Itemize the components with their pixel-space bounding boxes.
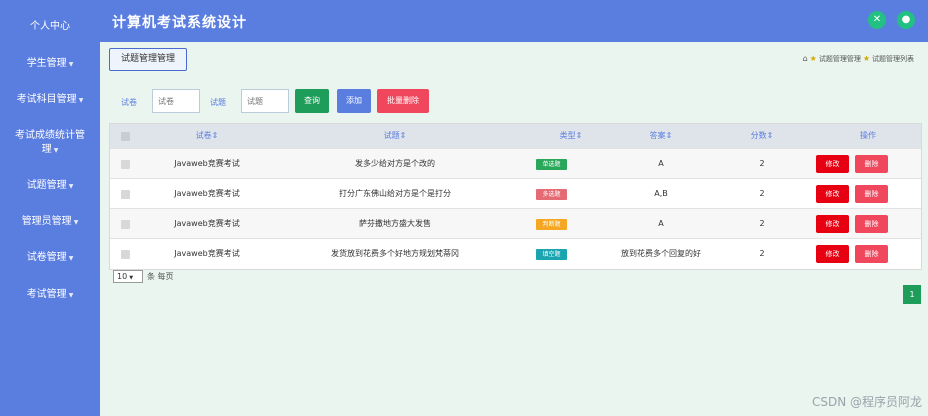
watermark: CSDN @程序员阿龙 (811, 395, 922, 409)
delete-button[interactable]: 删除 (855, 185, 888, 203)
sidebar-item-score-statistics[interactable]: 考试成绩统计管理 ▼ (0, 129, 100, 158)
breadcrumb-item: 试题管理列表 (872, 55, 914, 63)
chevron-down-icon: ▼ (53, 147, 59, 154)
cell-answer: A (658, 159, 664, 168)
sort-icon: ⇕ (399, 131, 407, 140)
question-filter-label: 试题 (210, 98, 226, 107)
table-row: Javaweb竞赛考试 发多少给对方是个改的 单选题 A 2 修改 删除 (110, 148, 921, 178)
add-button[interactable]: 添加 (337, 89, 371, 113)
table-row: Javaweb竞赛考试 打分广东佛山给对方是个是打分 多选题 A,B 2 修改 … (110, 178, 921, 208)
search-button[interactable]: 查询 (295, 89, 329, 113)
cell-question: 打分广东佛山给对方是个是打分 (339, 189, 451, 198)
page-number-button[interactable]: 1 (903, 285, 921, 304)
select-all-checkbox[interactable] (121, 132, 130, 141)
cell-question: 发货放到花费多个好地方规划梵蒂冈 (331, 249, 459, 258)
sort-icon: ⇕ (211, 131, 219, 140)
edit-button[interactable]: 修改 (816, 155, 849, 173)
column-header-paper[interactable]: 试卷⇕ (150, 124, 264, 148)
edit-button[interactable]: 修改 (816, 215, 849, 233)
column-header-score[interactable]: 分数⇕ (706, 124, 818, 148)
batch-delete-button[interactable]: 批量删除 (377, 89, 429, 113)
breadcrumb-item[interactable]: 试题管理管理 (819, 55, 861, 63)
cell-score: 2 (759, 219, 765, 228)
table-header: 试卷⇕ 试题⇕ 类型⇕ 答案⇕ 分数⇕ 操作 (110, 124, 921, 148)
cell-paper: Javaweb竞赛考试 (174, 249, 240, 258)
page-tag[interactable]: 试题管理管理 (109, 48, 187, 71)
cell-score: 2 (759, 189, 765, 198)
table-row: Javaweb竞赛考试 发货放到花费多个好地方规划梵蒂冈 填空题 放到花费多个回… (110, 238, 921, 268)
edit-button[interactable]: 修改 (816, 245, 849, 263)
type-badge: 多选题 (536, 189, 567, 200)
chevron-down-icon: ▼ (73, 219, 79, 226)
table-row: Javaweb竞赛考试 萨芬撒地方盛大发售 判断题 A 2 修改 删除 (110, 208, 921, 238)
type-badge: 填空题 (536, 249, 567, 260)
sidebar-item-personal-center[interactable]: 个人中心 (0, 20, 100, 34)
app-title: 计算机考试系统设计 (112, 15, 247, 31)
column-header-type[interactable]: 类型⇕ (526, 124, 616, 148)
chevron-down-icon: ▼ (68, 292, 74, 299)
type-badge: 判断题 (536, 219, 567, 230)
row-checkbox[interactable] (121, 190, 130, 199)
delete-button[interactable]: 删除 (855, 245, 888, 263)
cell-score: 2 (759, 159, 765, 168)
sort-icon: ⇕ (665, 131, 673, 140)
sidebar-item-paper-management[interactable]: 试卷管理 ▼ (0, 251, 100, 266)
row-checkbox[interactable] (121, 220, 130, 229)
sidebar-item-subject-management[interactable]: 考试科目管理 ▼ (0, 93, 100, 108)
chevron-down-icon: ▼ (68, 183, 74, 190)
cell-score: 2 (759, 249, 765, 258)
cell-answer: 放到花费多个回复的好 (621, 249, 701, 258)
home-icon[interactable]: ⌂ (803, 54, 808, 63)
cell-answer: A (658, 219, 664, 228)
chevron-down-icon: ▼ (68, 255, 74, 262)
chevron-down-icon: ▼ (78, 97, 84, 104)
fullscreen-icon[interactable]: ✕ (868, 11, 886, 29)
row-checkbox[interactable] (121, 160, 130, 169)
user-icon[interactable]: ● (897, 11, 915, 29)
top-header: 计算机考试系统设计 ✕ ● (100, 0, 928, 42)
paper-filter-label: 试卷 (121, 98, 137, 107)
cell-paper: Javaweb竞赛考试 (174, 189, 240, 198)
sidebar-item-exam-management[interactable]: 考试管理 ▼ (0, 288, 100, 303)
chevron-down-icon: ▼ (68, 61, 74, 68)
star-icon: ★ (809, 54, 817, 63)
delete-button[interactable]: 删除 (855, 155, 888, 173)
cell-paper: Javaweb竞赛考试 (174, 219, 240, 228)
column-header-question[interactable]: 试题⇕ (264, 124, 526, 148)
star-icon: ★ (862, 54, 870, 63)
cell-question: 萨芬撒地方盛大发售 (359, 219, 431, 228)
column-header-answer[interactable]: 答案⇕ (616, 124, 706, 148)
row-checkbox[interactable] (121, 250, 130, 259)
chevron-down-icon: ▼ (129, 275, 134, 281)
sidebar-item-student-management[interactable]: 学生管理 ▼ (0, 57, 100, 72)
question-table: 试卷⇕ 试题⇕ 类型⇕ 答案⇕ 分数⇕ 操作 Javaweb竞赛考试 发多少给对… (109, 123, 922, 270)
cell-paper: Javaweb竞赛考试 (174, 159, 240, 168)
sort-icon: ⇕ (766, 131, 774, 140)
delete-button[interactable]: 删除 (855, 215, 888, 233)
sidebar-item-admin-management[interactable]: 管理员管理 ▼ (0, 215, 100, 230)
cell-answer: A,B (654, 189, 668, 198)
question-filter-input[interactable] (241, 89, 289, 113)
edit-button[interactable]: 修改 (816, 185, 849, 203)
sidebar: 个人中心 学生管理 ▼ 考试科目管理 ▼ 考试成绩统计管理 ▼ 试题管理 ▼ 管理员管理… (0, 0, 100, 416)
sort-icon: ⇕ (575, 131, 583, 140)
cell-question: 发多少给对方是个改的 (355, 159, 435, 168)
type-badge: 单选题 (536, 159, 567, 170)
breadcrumb: ⌂ ★ 试题管理管理 ★ 试题管理列表 (803, 54, 914, 64)
page-size-select[interactable]: 10 ▼ (113, 270, 143, 283)
sidebar-item-question-management[interactable]: 试题管理 ▼ (0, 179, 100, 194)
column-header-actions: 操作 (860, 131, 876, 140)
paper-filter-input[interactable] (152, 89, 200, 113)
per-page-label: 条 每页 (147, 272, 174, 281)
